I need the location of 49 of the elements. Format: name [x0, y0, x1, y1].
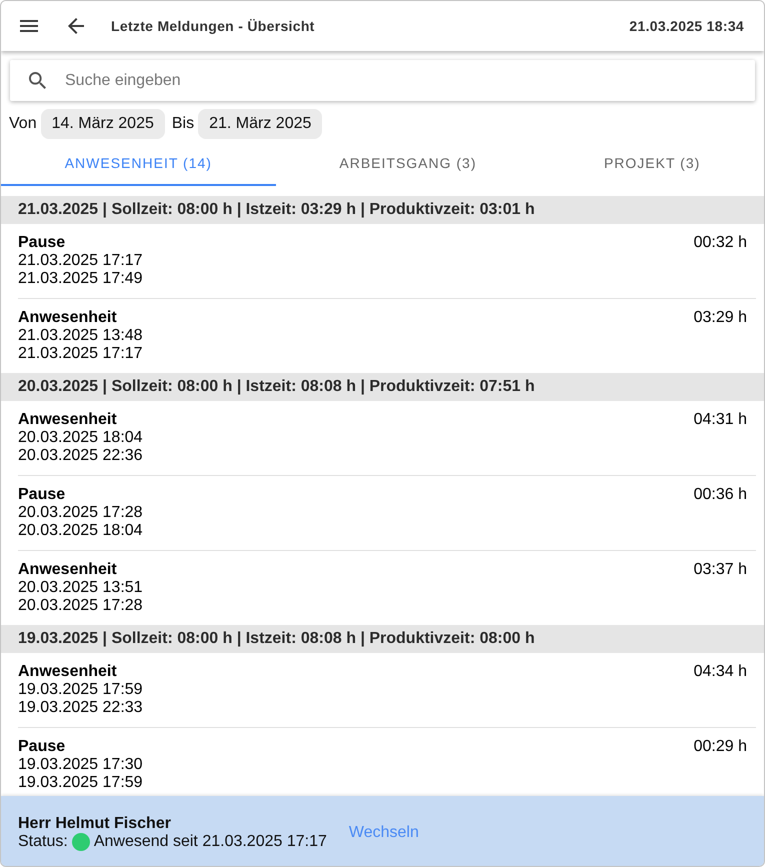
- entry-title: Pause: [18, 234, 66, 252]
- page-title: Letzte Meldungen - Übersicht: [111, 18, 316, 34]
- entry-title: Anwesenheit: [18, 411, 118, 429]
- entry-end-time: 21.03.2025 17:49: [18, 270, 143, 288]
- entry-duration: 00:29 h: [694, 738, 747, 756]
- entry-title: Pause: [18, 486, 66, 504]
- entry-start-time: 20.03.2025 13:51: [18, 579, 143, 597]
- entry-duration: 00:32 h: [694, 234, 747, 252]
- day-summary-header: 21.03.2025 | Sollzeit: 08:00 h | Istzeit: 03:29 h | Produktivzeit: 03:01 h: [1, 196, 764, 224]
- back-arrow-icon: [68, 18, 84, 34]
- entry-start-time: 20.03.2025 18:04: [18, 429, 143, 447]
- entry-start-time: 21.03.2025 13:48: [18, 327, 143, 345]
- entry-duration: 03:29 h: [694, 309, 747, 327]
- entry-title: Pause: [18, 738, 66, 756]
- entry-start-time: 19.03.2025 17:59: [18, 681, 143, 699]
- entry-start-time: 20.03.2025 17:28: [18, 504, 143, 522]
- entry-end-time: 20.03.2025 22:36: [18, 447, 143, 465]
- entry-start-time: 19.03.2025 17:30: [18, 756, 143, 774]
- user-name: Herr Helmut Fischer: [18, 815, 172, 833]
- entry-end-time: 21.03.2025 17:17: [18, 345, 143, 363]
- entry-title: Anwesenheit: [18, 663, 118, 681]
- day-summary-header: 19.03.2025 | Sollzeit: 08:00 h | Istzeit: 08:08 h | Produktivzeit: 08:00 h: [1, 625, 764, 653]
- entry-duration: 00:36 h: [694, 486, 747, 504]
- entry-end-time: 20.03.2025 18:04: [18, 522, 143, 540]
- search-field[interactable]: Suche eingeben: [10, 60, 755, 101]
- entry-end-time: 20.03.2025 17:28: [18, 597, 143, 615]
- from-label: Von: [9, 115, 37, 133]
- to-date-picker[interactable]: 21. März 2025: [198, 109, 322, 139]
- tab[interactable]: ARBEITSGANG (3): [276, 140, 540, 186]
- entry-duration: 04:31 h: [694, 411, 747, 429]
- entry-duration: 04:34 h: [694, 663, 747, 681]
- entry-title: Anwesenheit: [18, 309, 118, 327]
- menu-button[interactable]: [20, 20, 38, 32]
- entry-end-time: 19.03.2025 22:33: [18, 699, 143, 717]
- status-label: Status:: [18, 833, 68, 851]
- entry-end-time: 19.03.2025 17:59: [18, 774, 143, 792]
- tab[interactable]: ANWESENHEIT (14): [1, 140, 276, 186]
- from-date-picker[interactable]: 14. März 2025: [40, 109, 165, 139]
- current-datetime: 21.03.2025 18:34: [629, 18, 744, 34]
- entry-duration: 03:37 h: [694, 561, 747, 579]
- entry-start-time: 21.03.2025 17:17: [18, 252, 143, 270]
- to-label: Bis: [172, 115, 194, 133]
- menu-icon: [20, 20, 38, 32]
- search-icon: [29, 72, 46, 89]
- tab[interactable]: PROJEKT (3): [540, 140, 764, 186]
- entry-title: Anwesenheit: [18, 561, 118, 579]
- back-button[interactable]: [68, 18, 84, 34]
- day-summary-header: 20.03.2025 | Sollzeit: 08:00 h | Istzeit: 08:08 h | Produktivzeit: 07:51 h: [1, 373, 764, 401]
- status-text: Anwesend seit 21.03.2025 17:17: [94, 833, 327, 851]
